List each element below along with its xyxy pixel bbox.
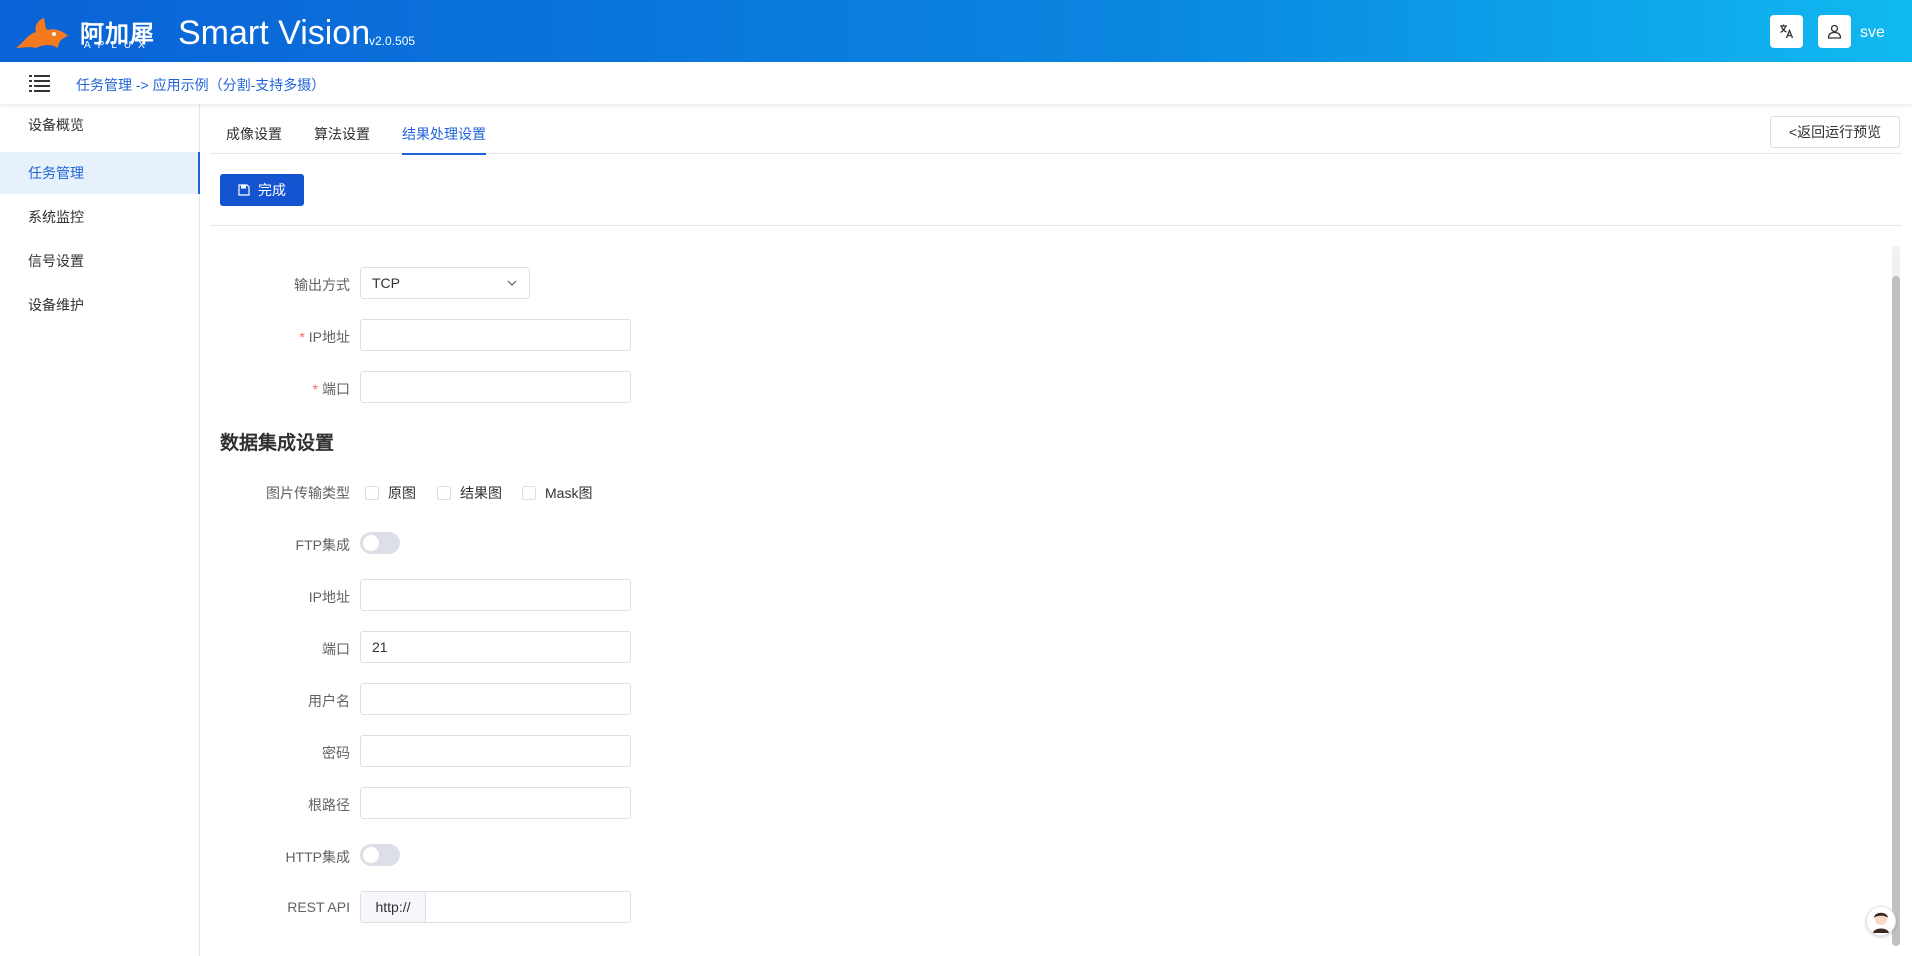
port-label-text: 端口 xyxy=(322,381,350,397)
port-label: * 端口 xyxy=(200,379,350,399)
app-title: Smart Vision xyxy=(178,14,371,52)
ip-address-input[interactable] xyxy=(360,319,631,351)
ftp-ip-input[interactable] xyxy=(360,579,631,611)
ftp-port-input[interactable]: 21 xyxy=(360,631,631,663)
translate-icon xyxy=(1780,24,1794,39)
ftp-username-label: 用户名 xyxy=(308,693,350,709)
tab-bar: 成像设置 算法设置 结果处理设置 xyxy=(210,104,1902,155)
output-method-label: 输出方式 xyxy=(294,277,350,293)
chevron-down-icon xyxy=(507,280,517,286)
rest-api-input[interactable] xyxy=(427,892,630,922)
http-integration-label: HTTP集成 xyxy=(285,849,350,865)
rest-api-prefix: http:// xyxy=(361,892,426,922)
required-mark: * xyxy=(299,329,305,345)
tab-result-processing-settings[interactable]: 结果处理设置 xyxy=(402,124,486,155)
breadcrumb-bar: 任务管理 -> 应用示例（分割-支持多摄） xyxy=(0,62,1912,104)
checkbox-label: Mask图 xyxy=(545,485,593,501)
image-type-label: 图片传输类型 xyxy=(266,485,350,501)
menu-toggle-icon[interactable] xyxy=(29,74,51,92)
switch-knob xyxy=(363,847,379,863)
sidebar-item-device-overview[interactable]: 设备概览 xyxy=(0,104,200,146)
main-content: 成像设置 算法设置 结果处理设置 <返回运行预览 完成 输出方式 TCP * IP… xyxy=(200,104,1912,956)
checkbox-label: 结果图 xyxy=(460,485,502,501)
port-input[interactable] xyxy=(360,371,631,403)
user-button[interactable] xyxy=(1818,15,1851,48)
ftp-integration-switch[interactable] xyxy=(360,532,400,554)
content-scrollbar[interactable] xyxy=(1892,246,1900,946)
ftp-integration-label: FTP集成 xyxy=(295,537,350,553)
ip-address-label: * IP地址 xyxy=(200,327,350,347)
save-icon xyxy=(238,184,250,196)
scrollbar-thumb[interactable] xyxy=(1892,276,1900,946)
ftp-password-label: 密码 xyxy=(322,745,350,761)
sidebar: 设备概览 任务管理 系统监控 信号设置 设备维护 xyxy=(0,104,200,956)
back-to-preview-button[interactable]: <返回运行预览 xyxy=(1770,116,1900,148)
sidebar-item-system-monitor[interactable]: 系统监控 xyxy=(0,196,200,238)
logo-mark-icon xyxy=(16,18,68,48)
done-button[interactable]: 完成 xyxy=(220,174,304,206)
language-button[interactable] xyxy=(1770,15,1803,48)
checkbox-label: 原图 xyxy=(388,485,416,501)
tab-imaging-settings[interactable]: 成像设置 xyxy=(226,124,282,153)
ip-address-label-text: IP地址 xyxy=(308,329,350,345)
ftp-root-path-input[interactable] xyxy=(360,787,631,819)
required-mark: * xyxy=(312,381,318,397)
breadcrumb[interactable]: 任务管理 -> 应用示例（分割-支持多摄） xyxy=(76,75,325,95)
sidebar-item-signal-settings[interactable]: 信号设置 xyxy=(0,240,200,282)
ftp-port-label: 端口 xyxy=(322,641,350,657)
done-button-label: 完成 xyxy=(258,182,286,198)
data-integration-title: 数据集成设置 xyxy=(220,433,335,454)
tab-algorithm-settings[interactable]: 算法设置 xyxy=(314,124,370,153)
brand-logo[interactable]: 阿加犀 APLUX xyxy=(14,10,159,54)
checkbox-original-image[interactable]: 原图 xyxy=(365,483,416,503)
assistant-avatar-icon[interactable] xyxy=(1866,906,1896,936)
switch-knob xyxy=(363,535,379,551)
checkbox-mask-image[interactable]: Mask图 xyxy=(522,483,592,503)
assistant-face-icon xyxy=(1873,912,1889,933)
brand-name-en: APLUX xyxy=(84,40,152,51)
rest-api-label: REST API xyxy=(287,899,350,915)
output-method-value: TCP xyxy=(372,275,400,291)
ftp-root-path-label: 根路径 xyxy=(308,797,350,813)
username[interactable]: sve xyxy=(1860,24,1885,42)
sidebar-item-device-maintenance[interactable]: 设备维护 xyxy=(0,284,200,326)
ftp-password-input[interactable] xyxy=(360,735,631,767)
user-icon xyxy=(1827,24,1842,39)
checkbox-box[interactable] xyxy=(437,486,451,500)
output-method-select[interactable]: TCP xyxy=(360,267,530,299)
sidebar-item-task-management[interactable]: 任务管理 xyxy=(0,152,200,194)
app-version: v2.0.505 xyxy=(369,34,416,48)
http-integration-switch[interactable] xyxy=(360,844,400,866)
ftp-ip-label: IP地址 xyxy=(308,589,350,605)
checkbox-box[interactable] xyxy=(365,486,379,500)
checkbox-box[interactable] xyxy=(522,486,536,500)
app-header: 阿加犀 APLUX Smart Vision v2.0.505 sve xyxy=(0,0,1912,62)
ftp-username-input[interactable] xyxy=(360,683,631,715)
rest-api-input-group: http:// xyxy=(360,891,631,923)
toolbar-divider xyxy=(210,225,1902,226)
checkbox-result-image[interactable]: 结果图 xyxy=(437,483,502,503)
